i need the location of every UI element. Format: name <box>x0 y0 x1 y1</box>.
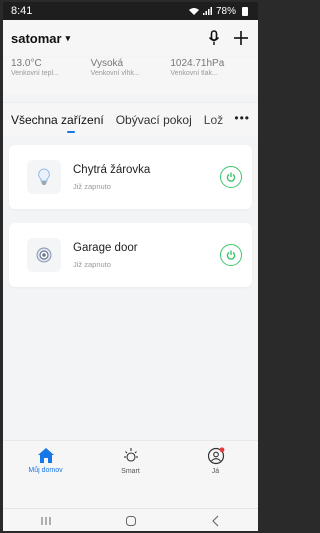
battery-percent: 78% <box>215 5 236 17</box>
device-name: Chytrá žárovka <box>73 163 151 176</box>
app-header: satomar ▾ <box>3 20 258 56</box>
microphone-icon[interactable] <box>208 30 220 46</box>
power-icon <box>226 250 236 260</box>
weather-label: Venkovní tlak... <box>170 70 218 77</box>
garage-door-icon <box>27 238 61 272</box>
profile-icon <box>207 447 224 465</box>
nav-smart[interactable]: Smart <box>88 441 173 509</box>
system-nav-bar <box>3 508 258 531</box>
device-status: Již zapnuto <box>73 181 111 191</box>
home-button-icon[interactable] <box>125 515 137 527</box>
home-name: satomar <box>11 30 62 46</box>
back-icon[interactable] <box>211 515 221 527</box>
recent-apps-icon[interactable] <box>40 516 52 526</box>
nav-label: Já <box>211 468 220 475</box>
signal-icon <box>202 7 212 15</box>
tab-living-room[interactable]: Obývací pokoj <box>116 113 192 127</box>
nav-label: Můj domov <box>28 467 63 474</box>
power-icon <box>226 172 236 182</box>
device-card[interactable]: Garage door Již zapnuto <box>9 223 252 287</box>
tab-all-devices[interactable]: Všechna zařízení <box>11 113 104 127</box>
tab-bedroom[interactable]: Lož <box>204 113 223 127</box>
add-icon[interactable] <box>234 31 248 45</box>
bottom-nav: Můj domov Smart Já <box>3 440 258 509</box>
weather-label: Venkovní vlhk... <box>90 70 140 77</box>
weather-value: Vysoká <box>90 58 124 69</box>
weather-item: Vysoká Venkovní vlhk... <box>91 58 171 94</box>
device-name: Garage door <box>73 241 138 254</box>
more-icon[interactable]: ••• <box>234 111 250 125</box>
active-tab-indicator <box>67 131 75 133</box>
weather-value: 1024.71hPa <box>170 58 225 69</box>
phone-screen: 8:41 78% satomar ▾ 13.0°C Venkovní tepl.… <box>3 2 258 531</box>
wifi-icon <box>188 8 199 15</box>
weather-item: 1024.71hPa Venkovní tlak... <box>170 58 250 94</box>
chevron-down-icon: ▾ <box>65 32 71 43</box>
battery-icon <box>242 6 248 16</box>
status-bar: 8:41 78% <box>3 2 258 20</box>
status-time: 8:41 <box>11 5 33 17</box>
weather-value: 13.0°C <box>11 58 42 69</box>
weather-panel: 13.0°C Venkovní tepl... Vysoká Venkovní … <box>3 58 258 94</box>
device-status: Již zapnuto <box>73 259 111 269</box>
nav-me[interactable]: Já <box>173 441 258 509</box>
nav-label: Smart <box>121 468 140 475</box>
sun-icon <box>123 448 138 462</box>
home-icon <box>37 448 54 463</box>
room-tabs: Všechna zařízení Obývací pokoj Lož ••• <box>3 102 258 137</box>
device-list: Chytrá žárovka Již zapnuto Garage door J… <box>3 137 258 287</box>
power-button[interactable] <box>220 244 242 266</box>
weather-label: Venkovní tepl... <box>11 70 59 77</box>
bulb-icon <box>27 160 61 194</box>
weather-item: 13.0°C Venkovní tepl... <box>11 58 91 94</box>
nav-my-home[interactable]: Můj domov <box>3 441 88 509</box>
device-card[interactable]: Chytrá žárovka Již zapnuto <box>9 145 252 209</box>
status-indicators: 78% <box>188 5 248 17</box>
power-button[interactable] <box>220 166 242 188</box>
home-selector[interactable]: satomar ▾ <box>11 31 208 46</box>
